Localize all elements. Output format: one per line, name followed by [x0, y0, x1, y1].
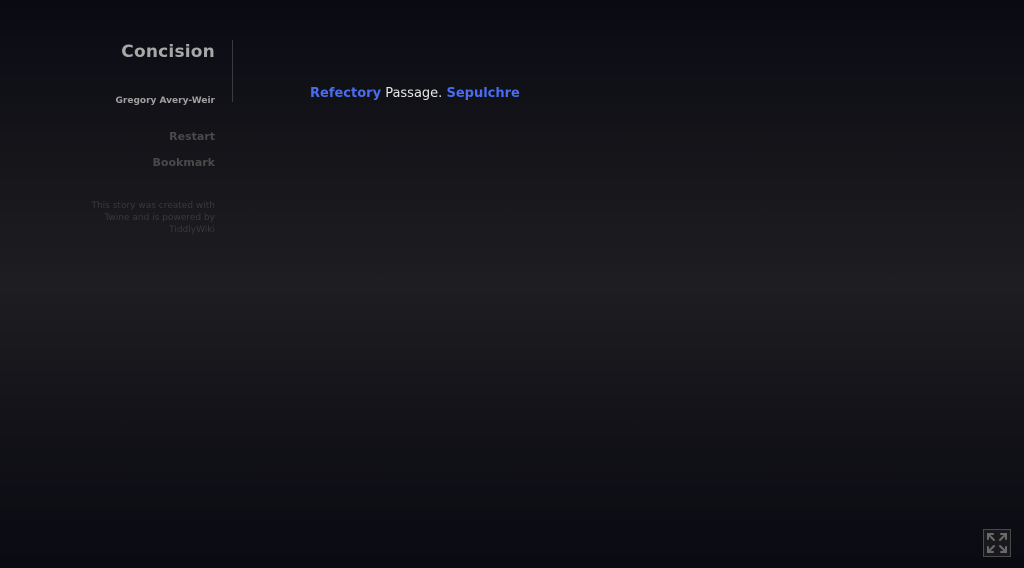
- credits-text: This story was created with Twine and is…: [91, 201, 215, 235]
- passage: Refectory Passage. Sepulchre: [310, 86, 520, 101]
- restart-link[interactable]: Restart: [169, 130, 215, 143]
- passage-link-refectory[interactable]: Refectory: [310, 86, 381, 101]
- story-author: Gregory Avery-Weir: [115, 96, 215, 106]
- expand-arrows-icon: [987, 533, 1007, 553]
- story-title: Concision: [121, 42, 215, 62]
- fullscreen-button[interactable]: [983, 529, 1011, 557]
- passage-link-sepulchre[interactable]: Sepulchre: [446, 86, 519, 101]
- sidebar-divider: [232, 40, 233, 102]
- bookmark-link[interactable]: Bookmark: [153, 156, 215, 169]
- passage-text: Passage.: [385, 86, 443, 101]
